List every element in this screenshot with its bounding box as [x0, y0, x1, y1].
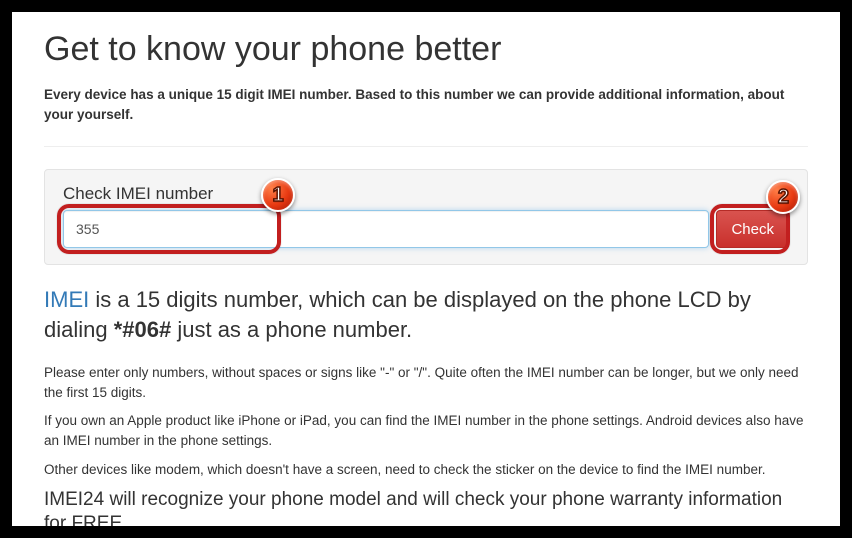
- body-p2: If you own an Apple product like iPhone …: [44, 411, 808, 452]
- button-wrap: Check 2: [716, 210, 789, 248]
- intro-text: Every device has a unique 15 digit IMEI …: [44, 85, 808, 124]
- dial-code: *#06#: [114, 317, 172, 342]
- imei-input[interactable]: [63, 210, 709, 248]
- page: Get to know your phone better Every devi…: [12, 12, 840, 526]
- body-p1: Please enter only numbers, without space…: [44, 363, 808, 404]
- final-text: IMEI24 will recognize your phone model a…: [44, 488, 808, 526]
- subhead-part2: just as a phone number.: [171, 317, 412, 342]
- imei-description: IMEI is a 15 digits number, which can be…: [44, 285, 808, 344]
- input-wrap: 1: [63, 210, 709, 248]
- page-title: Get to know your phone better: [44, 30, 808, 69]
- imei-link[interactable]: IMEI: [44, 287, 89, 312]
- check-button[interactable]: Check: [716, 210, 789, 248]
- body-p3: Other devices like modem, which doesn't …: [44, 460, 808, 480]
- check-panel: Check IMEI number 1 Check 2: [44, 169, 808, 265]
- divider: [44, 146, 808, 147]
- panel-title: Check IMEI number: [63, 184, 789, 204]
- input-row: 1 Check 2: [63, 210, 789, 248]
